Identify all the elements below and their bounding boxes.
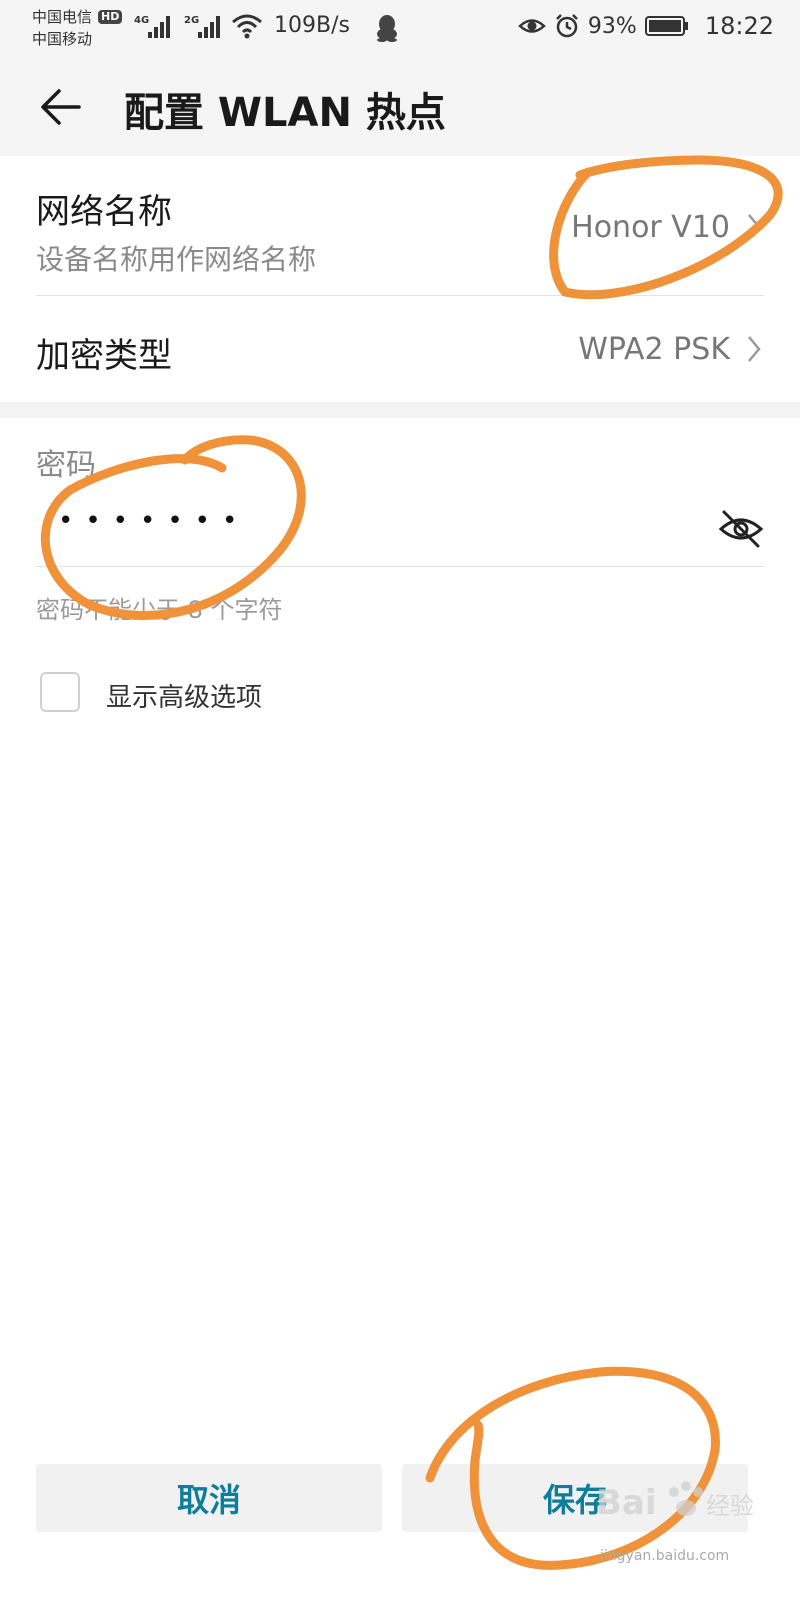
svg-text:经验: 经验 <box>706 1492 754 1520</box>
baidu-watermark-logo: Bai 经验 <box>596 1481 754 1523</box>
svg-text:2G: 2G <box>184 15 199 26</box>
toolbar: 配置 WLAN 热点 <box>0 60 800 156</box>
password-value: ••••••• <box>58 506 250 536</box>
network-name-subtitle: 设备名称用作网络名称 <box>36 243 317 276</box>
network-name-row[interactable]: 网络名称 设备名称用作网络名称 Honor V10 <box>0 156 800 296</box>
cancel-button[interactable]: 取消 <box>36 1464 382 1532</box>
svg-text:Bai: Bai <box>596 1483 657 1523</box>
eye-off-icon[interactable] <box>718 508 764 550</box>
carrier-1: 中国电信 <box>32 8 93 26</box>
hd-badge: HD <box>98 10 123 24</box>
carrier-info: 中国电信 HD 中国移动 <box>32 6 123 50</box>
chevron-right-icon <box>748 336 761 362</box>
password-label: 密码 <box>36 448 96 483</box>
battery-percent: 93% <box>587 13 637 39</box>
section-gap <box>0 402 800 418</box>
page-title: 配置 WLAN 热点 <box>124 90 446 136</box>
password-input[interactable]: ••••••• <box>36 500 764 566</box>
watermark-text: jingyan.baidu.com <box>600 1548 730 1564</box>
eye-icon <box>518 19 546 33</box>
carrier-2: 中国移动 <box>32 30 93 48</box>
encryption-label: 加密类型 <box>36 336 172 376</box>
wifi-icon <box>232 14 262 39</box>
signal-4g-icon: 4G <box>134 15 170 38</box>
battery-icon <box>644 16 688 36</box>
chevron-right-icon <box>748 214 761 240</box>
status-bar: 中国电信 HD 中国移动 4G 2G 109B/s 93% 18:22 <box>0 0 800 60</box>
password-underline <box>36 566 764 567</box>
back-button[interactable] <box>36 82 86 132</box>
svg-text:4G: 4G <box>134 15 149 26</box>
encryption-row[interactable]: 加密类型 WPA2 PSK <box>0 296 800 402</box>
encryption-value: WPA2 PSK <box>578 332 730 367</box>
network-name-label: 网络名称 <box>36 192 172 232</box>
network-name-value: Honor V10 <box>571 210 730 245</box>
arrow-left-icon <box>41 89 81 125</box>
advanced-options-checkbox[interactable] <box>40 672 80 712</box>
signal-2g-icon: 2G <box>184 15 220 38</box>
qq-icon <box>377 15 397 42</box>
alarm-icon <box>556 14 578 38</box>
password-hint: 密码不能少于 8 个字符 <box>36 596 283 624</box>
status-right: 93% 18:22 <box>518 12 774 40</box>
advanced-options-label[interactable]: 显示高级选项 <box>106 677 262 714</box>
clock: 18:22 <box>704 12 774 40</box>
network-speed: 109B/s <box>274 13 350 38</box>
